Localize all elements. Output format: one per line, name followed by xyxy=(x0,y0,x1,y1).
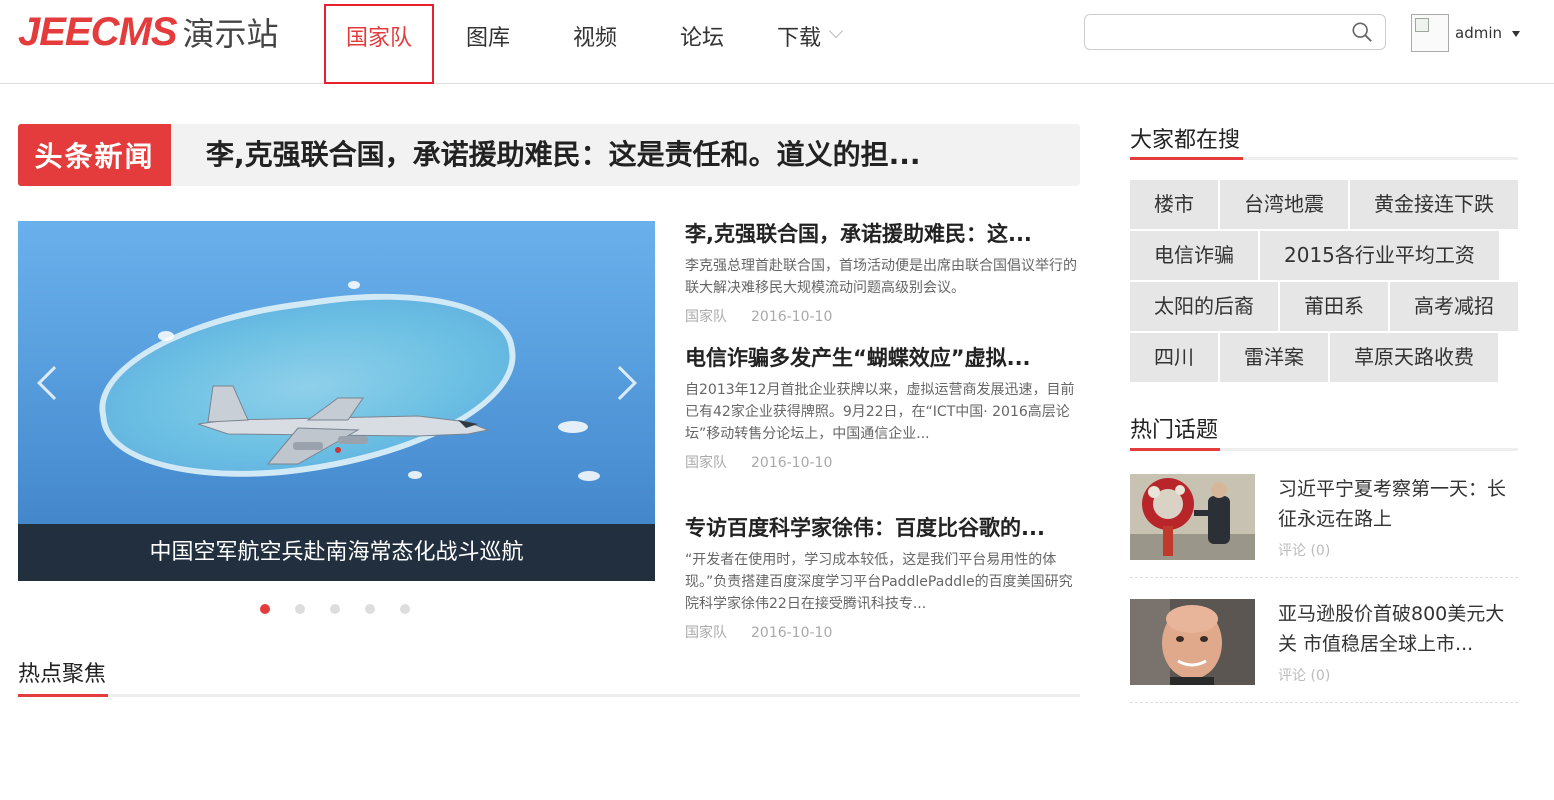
chevron-down-icon xyxy=(828,23,844,39)
user-menu[interactable]: admin xyxy=(1411,14,1520,52)
search-tag[interactable]: 高考减招 xyxy=(1390,282,1518,331)
topic-image-wreath xyxy=(1130,474,1255,560)
section-divider xyxy=(1130,157,1518,160)
popular-search-title: 大家都在搜 xyxy=(1130,128,1241,153)
search-tag[interactable]: 楼市 xyxy=(1130,180,1218,229)
search-tag[interactable]: 黄金接连下跌 xyxy=(1350,180,1518,229)
section-divider xyxy=(18,694,1080,697)
logo-site-name: 演示站 xyxy=(182,15,279,53)
logo-brand: JEECMS xyxy=(18,9,177,54)
topic-comments[interactable]: 评论 (0) xyxy=(1278,665,1330,685)
news-title[interactable]: 电信诈骗多发产生“蝴蝶效应”虚拟... xyxy=(685,343,1080,373)
section-divider xyxy=(1130,448,1518,451)
search-icon[interactable] xyxy=(1351,21,1373,43)
search-tag[interactable]: 台湾地震 xyxy=(1220,180,1348,229)
nav-item-national-team[interactable]: 国家队 xyxy=(324,4,434,84)
news-summary: 自2013年12月首批企业获牌以来，虚拟运营商发展迅速，目前已有42家企业获得牌… xyxy=(685,382,1075,442)
search-tag[interactable]: 草原天路收费 xyxy=(1330,333,1498,382)
search-tag[interactable]: 电信诈骗 xyxy=(1130,231,1258,280)
hot-topics-title: 热门话题 xyxy=(1130,418,1219,443)
search-tag[interactable]: 太阳的后裔 xyxy=(1130,282,1278,331)
news-summary: 李克强总理首赴联合国，首场活动便是出席由联合国倡议举行的联大解决难移民大规模流动… xyxy=(685,258,1077,296)
news-date: 2016-10-10 xyxy=(751,309,833,325)
news-title[interactable]: 专访百度科学家徐伟：百度比谷歌的... xyxy=(685,513,1080,543)
news-item: 电信诈骗多发产生“蝴蝶效应”虚拟... 自2013年12月首批企业获牌以来，虚拟… xyxy=(685,343,1080,513)
news-summary: “开发者在使用时，学习成本较低，这是我们平台易用性的体现。”负责搭建百度深度学习… xyxy=(685,552,1073,612)
caret-down-icon[interactable] xyxy=(1512,31,1520,37)
carousel-prev-arrow[interactable] xyxy=(37,366,71,400)
search-tag[interactable]: 四川 xyxy=(1130,333,1218,382)
news-channel[interactable]: 国家队 xyxy=(685,455,727,471)
carousel-dot[interactable] xyxy=(295,604,305,614)
carousel-image-cloud xyxy=(578,471,600,481)
search-box xyxy=(1084,14,1386,50)
topic-thumbnail[interactable] xyxy=(1130,599,1255,685)
carousel-caption[interactable]: 中国空军航空兵赴南海常态化战斗巡航 xyxy=(18,524,655,581)
carousel-dot[interactable] xyxy=(330,604,340,614)
news-meta: 国家队 2016-10-10 xyxy=(685,453,1080,473)
carousel-next-arrow[interactable] xyxy=(603,366,637,400)
nav-item-download-label: 下载 xyxy=(776,26,821,51)
news-item: 专访百度科学家徐伟：百度比谷歌的... “开发者在使用时，学习成本较低，这是我们… xyxy=(685,513,1080,643)
news-item: 李,克强联合国，承诺援助难民：这... 李克强总理首赴联合国，首场活动便是出席由… xyxy=(685,219,1080,343)
news-list: 李,克强联合国，承诺援助难民：这... 李克强总理首赴联合国，首场活动便是出席由… xyxy=(685,219,1080,643)
popular-search-tags: 楼市 台湾地震 黄金接连下跌 电信诈骗 2015各行业平均工资 太阳的后裔 莆田… xyxy=(1130,180,1520,382)
nav-item-gallery[interactable]: 图库 xyxy=(434,0,542,84)
news-date: 2016-10-10 xyxy=(751,455,833,471)
news-title[interactable]: 李,克强联合国，承诺援助难民：这... xyxy=(685,219,1080,249)
carousel-image-cloud xyxy=(408,471,422,479)
headline-title[interactable]: 李,克强联合国，承诺援助难民：这是责任和。道义的担... xyxy=(206,124,921,186)
carousel-dot[interactable] xyxy=(260,604,270,614)
news-channel[interactable]: 国家队 xyxy=(685,309,727,325)
carousel-image-cloud xyxy=(558,421,588,433)
search-input[interactable] xyxy=(1085,15,1335,49)
news-meta: 国家队 2016-10-10 xyxy=(685,307,1080,327)
topic-title[interactable]: 亚马逊股价首破800美元大关 市值稳居全球上市... xyxy=(1278,599,1518,659)
topic-thumbnail[interactable] xyxy=(1130,474,1255,560)
carousel-dot[interactable] xyxy=(400,604,410,614)
avatar[interactable] xyxy=(1411,14,1449,52)
main-nav: 国家队 图库 视频 论坛 下载 xyxy=(324,0,862,84)
headline-bar: 头条新闻 李,克强联合国，承诺援助难民：这是责任和。道义的担... xyxy=(18,124,1080,186)
search-tag[interactable]: 莆田系 xyxy=(1280,282,1388,331)
carousel-image-cloud xyxy=(348,281,360,289)
nav-item-forum[interactable]: 论坛 xyxy=(648,0,756,84)
site-header: JEECMS 演示站 国家队 图库 视频 论坛 下载 admin xyxy=(0,0,1554,84)
site-logo[interactable]: JEECMS 演示站 xyxy=(18,8,279,56)
carousel-image-cloud xyxy=(158,331,174,341)
carousel-indicators xyxy=(260,604,410,614)
headline-tag: 头条新闻 xyxy=(18,124,171,186)
news-channel[interactable]: 国家队 xyxy=(685,625,727,641)
topic-item: 亚马逊股价首破800美元大关 市值稳居全球上市... 评论 (0) xyxy=(1130,599,1518,703)
image-carousel[interactable]: 中国空军航空兵赴南海常态化战斗巡航 xyxy=(18,221,655,581)
bomber-plane-image xyxy=(197,385,490,465)
topic-item: 习近平宁夏考察第一天：长征永远在路上 评论 (0) xyxy=(1130,474,1518,578)
user-name[interactable]: admin xyxy=(1455,24,1502,42)
carousel-dot[interactable] xyxy=(365,604,375,614)
hot-focus-title: 热点聚焦 xyxy=(18,662,107,687)
nav-item-video[interactable]: 视频 xyxy=(542,0,648,84)
topic-title[interactable]: 习近平宁夏考察第一天：长征永远在路上 xyxy=(1278,474,1518,534)
news-meta: 国家队 2016-10-10 xyxy=(685,623,1080,643)
topic-comments[interactable]: 评论 (0) xyxy=(1278,540,1330,560)
topic-image-portrait xyxy=(1130,599,1255,685)
search-tag[interactable]: 2015各行业平均工资 xyxy=(1260,231,1499,280)
search-tag[interactable]: 雷洋案 xyxy=(1220,333,1328,382)
news-date: 2016-10-10 xyxy=(751,625,833,641)
nav-item-download[interactable]: 下载 xyxy=(756,0,862,84)
